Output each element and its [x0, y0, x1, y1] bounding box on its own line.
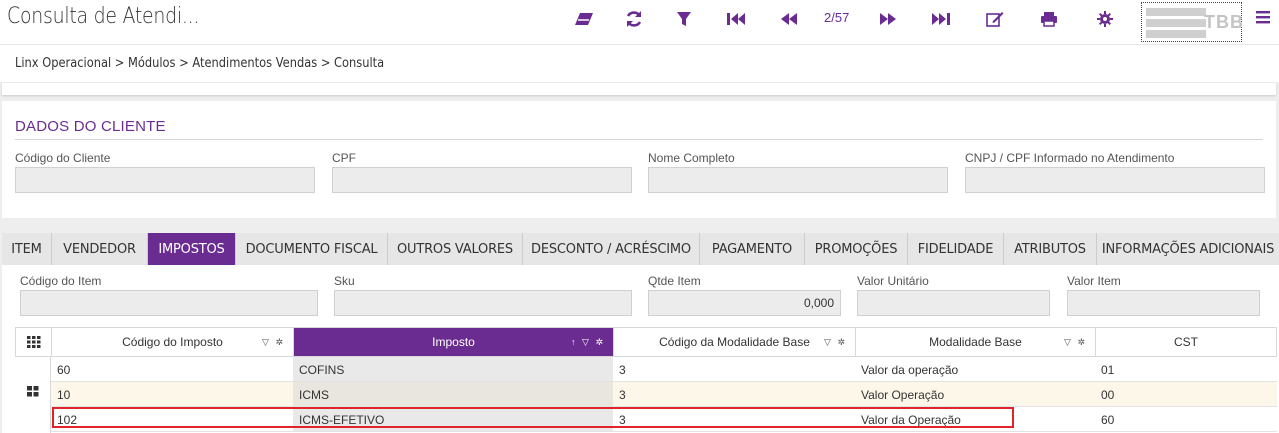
cell-cst: 00: [1101, 388, 1115, 402]
eraser-icon[interactable]: [572, 8, 596, 30]
table-row[interactable]: 60 COFINS 3 Valor da operação 01: [51, 357, 1277, 382]
sku-label: Sku: [334, 274, 355, 288]
menu-icon[interactable]: [1256, 10, 1270, 29]
print-icon[interactable]: [1037, 8, 1061, 30]
collapsed-panel: [2, 83, 1276, 95]
full-name-field[interactable]: [648, 167, 948, 193]
cell-codigo-imposto: 10: [57, 388, 71, 402]
item-value-field[interactable]: [1067, 290, 1260, 316]
next-icon[interactable]: [876, 8, 900, 30]
client-code-field[interactable]: [15, 167, 315, 193]
last-icon[interactable]: [929, 8, 953, 30]
cell-modalidade-base: Valor Operação: [861, 388, 945, 402]
item-code-label: Código do Item: [20, 274, 102, 288]
cpf-field[interactable]: [332, 167, 632, 193]
cpf-label: CPF: [332, 151, 356, 165]
tab-pagamento[interactable]: PAGAMENTO: [700, 233, 805, 265]
prev-icon[interactable]: [777, 8, 801, 30]
refresh-icon[interactable]: [622, 8, 646, 30]
tab-documento-fiscal[interactable]: DOCUMENTO FISCAL: [236, 233, 388, 265]
filter-settings-icon[interactable]: ▽ ✲: [262, 337, 285, 348]
cell-modalidade-base: Valor da operação: [861, 363, 959, 377]
cell-codigo-imposto: 60: [57, 363, 71, 377]
client-data-panel: DADOS DO CLIENTE Código do Cliente CPF N…: [2, 101, 1276, 218]
cnpj-cpf-field[interactable]: [965, 167, 1265, 193]
cell-codigo-modalidade: 3: [619, 388, 626, 402]
filter-icon[interactable]: [672, 8, 696, 30]
unit-value-field[interactable]: [857, 290, 1050, 316]
tab-promocoes[interactable]: PROMOÇÕES: [805, 233, 908, 265]
cell-imposto: ICMS: [293, 382, 613, 406]
unit-value-label: Valor Unitário: [857, 274, 929, 288]
grid-header: Código do Imposto ▽ ✲ Imposto ↑ ▽ ✲ Códi…: [15, 327, 1277, 357]
table-row[interactable]: 10 ICMS 3 Valor Operação 00: [51, 382, 1277, 407]
grid-layout-icon[interactable]: [16, 328, 52, 356]
tab-vendedor[interactable]: VENDEDOR: [52, 233, 148, 265]
sort-filter-settings-icon[interactable]: ↑ ▽ ✲: [571, 337, 605, 348]
tab-desconto-acrescimo[interactable]: DESCONTO / ACRÉSCIMO: [523, 233, 700, 265]
company-logo: TBB: [1141, 2, 1244, 42]
tab-bar: ITEM VENDEDOR IMPOSTOS DOCUMENTO FISCAL …: [2, 233, 1279, 265]
tab-item[interactable]: ITEM: [2, 233, 52, 265]
col-header-codigo-imposto[interactable]: Código do Imposto ▽ ✲: [52, 328, 294, 356]
tab-impostos[interactable]: IMPOSTOS: [148, 233, 236, 265]
col-header-label: Código do Imposto: [122, 335, 223, 349]
top-bar: Consulta de Atendi... 2/57 TBB: [0, 0, 1279, 44]
tab-informacoes-adicionais[interactable]: INFORMAÇÕES ADICIONAIS: [1097, 233, 1279, 265]
breadcrumb-bar: Linx Operacional > Módulos > Atendimento…: [0, 44, 1279, 82]
tab-fidelidade[interactable]: FIDELIDADE: [908, 233, 1004, 265]
filter-settings-icon[interactable]: ▽ ✲: [1064, 337, 1087, 348]
group-icon[interactable]: [27, 386, 39, 397]
page-title: Consulta de Atendi...: [7, 4, 200, 29]
tab-outros-valores[interactable]: OUTROS VALORES: [388, 233, 523, 265]
gear-icon[interactable]: [1093, 8, 1117, 30]
client-code-label: Código do Cliente: [15, 151, 111, 165]
item-value-label: Valor Item: [1067, 274, 1121, 288]
col-header-label: CST: [1174, 335, 1198, 349]
item-code-field[interactable]: [20, 290, 318, 316]
highlight-box: [52, 407, 1014, 428]
cell-cst: 01: [1101, 363, 1115, 377]
col-header-imposto[interactable]: Imposto ↑ ▽ ✲: [294, 328, 614, 356]
section-divider: [15, 139, 1263, 140]
col-header-cst[interactable]: CST: [1096, 328, 1276, 356]
cnpj-cpf-label: CNPJ / CPF Informado no Atendimento: [965, 151, 1175, 165]
col-header-label: Imposto: [432, 335, 475, 349]
section-title: DADOS DO CLIENTE: [15, 118, 166, 135]
sku-field[interactable]: [334, 290, 632, 316]
tab-atributos[interactable]: ATRIBUTOS: [1004, 233, 1097, 265]
filter-settings-icon[interactable]: ▽ ✲: [824, 337, 847, 348]
qty-field[interactable]: 0,000: [648, 290, 841, 316]
cell-cst: 60: [1101, 413, 1115, 427]
grid-gutter: [15, 357, 51, 433]
cell-imposto: COFINS: [293, 357, 613, 381]
breadcrumb: Linx Operacional > Módulos > Atendimento…: [15, 56, 385, 71]
col-header-modalidade-base[interactable]: Modalidade Base ▽ ✲: [856, 328, 1096, 356]
col-header-label: Modalidade Base: [929, 335, 1022, 349]
pager-text: 2/57: [824, 10, 850, 25]
qty-label: Qtde Item: [648, 274, 701, 288]
edit-icon[interactable]: [983, 8, 1007, 30]
col-header-codigo-modalidade[interactable]: Código da Modalidade Base ▽ ✲: [614, 328, 856, 356]
logo-text: TBB: [1204, 12, 1244, 32]
first-icon[interactable]: [724, 8, 748, 30]
cell-codigo-modalidade: 3: [619, 363, 626, 377]
full-name-label: Nome Completo: [648, 151, 735, 165]
col-header-label: Código da Modalidade Base: [659, 335, 810, 349]
